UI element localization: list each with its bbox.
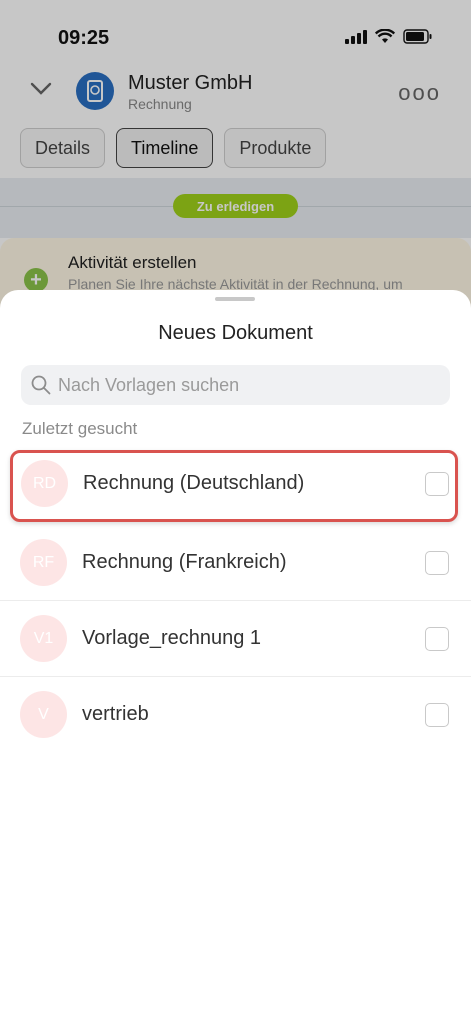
search-icon	[31, 375, 51, 395]
list-item[interactable]: V1 Vorlage_rechnung 1	[0, 601, 471, 677]
template-list: RD Rechnung (Deutschland) RF Rechnung (F…	[0, 447, 471, 752]
avatar: V	[20, 691, 67, 738]
checkbox[interactable]	[425, 472, 449, 496]
list-item[interactable]: RD Rechnung (Deutschland)	[10, 450, 458, 522]
list-item-label: Rechnung (Deutschland)	[83, 472, 305, 494]
avatar: RD	[21, 460, 68, 507]
search-input[interactable]	[58, 365, 438, 405]
sheet-title: Neues Dokument	[158, 322, 313, 344]
list-item-label: vertrieb	[82, 703, 149, 725]
list-item-label: Rechnung (Frankreich)	[82, 551, 287, 573]
avatar: RF	[20, 539, 67, 586]
list-item-label: Vorlage_rechnung 1	[82, 627, 262, 649]
checkbox[interactable]	[425, 551, 449, 575]
list-item[interactable]: RF Rechnung (Frankreich)	[0, 525, 471, 601]
template-search[interactable]	[21, 365, 450, 405]
list-item[interactable]: V vertrieb	[0, 677, 471, 752]
sheet-drag-handle[interactable]	[215, 297, 255, 301]
avatar: V1	[20, 615, 67, 662]
recent-section-label: Zuletzt gesucht	[22, 419, 138, 438]
new-document-sheet: Neues Dokument Zuletzt gesucht RD Rechnu…	[0, 290, 471, 1024]
checkbox[interactable]	[425, 627, 449, 651]
checkbox[interactable]	[425, 703, 449, 727]
